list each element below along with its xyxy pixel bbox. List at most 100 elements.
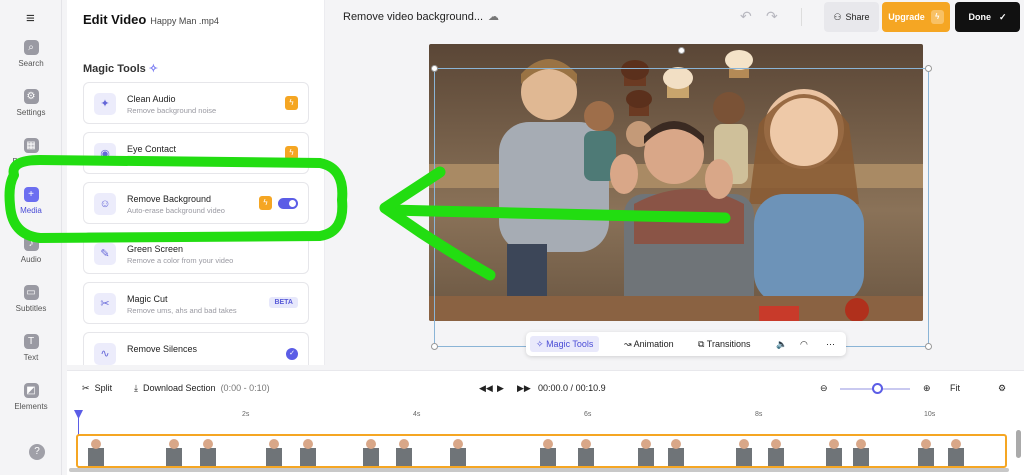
edit-video-panel: Edit Video Happy Man .mp4 Magic Tools ✧ ✦ … <box>67 0 325 365</box>
tool-remove-silences[interactable]: ∿ Remove Silences ✓ <box>83 332 309 365</box>
share-button[interactable]: ⚇ Share <box>824 2 879 32</box>
sidebar-item-label: Settings <box>16 108 46 117</box>
redo-icon[interactable]: ↷ <box>766 8 778 25</box>
magic-tools-button[interactable]: ✧ Magic Tools <box>530 336 600 352</box>
speed-icon[interactable]: ◠ <box>794 336 814 352</box>
undo-icon[interactable]: ↶ <box>740 8 752 25</box>
sparkle-icon: ✦ <box>94 93 116 115</box>
scissors-icon: ✂ <box>94 293 116 315</box>
zoom-in-icon[interactable]: ⊕ <box>923 383 931 394</box>
animation-button[interactable]: ↝ Animation <box>618 336 680 352</box>
tool-name: Eye Contact <box>127 144 177 154</box>
tool-remove-background[interactable]: ☺ Remove Background Auto-erase backgroun… <box>83 182 309 224</box>
upgrade-button[interactable]: Upgrade ϟ <box>882 2 950 32</box>
download-section-button[interactable]: ⤓ Download Section (0:00 - 0:10) <box>134 383 270 394</box>
play-icon[interactable]: ▶ <box>497 383 504 394</box>
resize-handle[interactable] <box>431 343 438 350</box>
sparkle-icon: ✧ <box>148 63 158 75</box>
sidebar-item-elements[interactable]: ◩ Elements <box>0 383 62 411</box>
brand-kit-icon: ▦ <box>23 138 39 153</box>
tool-description: Remove a color from your video <box>127 256 234 265</box>
resize-handle[interactable] <box>925 65 932 72</box>
transitions-button[interactable]: ⧉ Transitions <box>692 336 756 352</box>
tool-name: Remove Background <box>127 194 212 204</box>
tool-description: Remove ums, ahs and bad takes <box>127 306 237 315</box>
vertical-scrollbar[interactable] <box>1016 430 1021 458</box>
sidebar-item-label: Media <box>20 206 42 215</box>
time-display: 00:00.0 / 00:10.9 <box>538 383 606 393</box>
audio-icon: ♪ <box>23 236 39 251</box>
fit-button[interactable]: Fit <box>950 383 960 393</box>
sidebar-item-settings[interactable]: ⚙ Settings <box>0 89 62 117</box>
tool-name: Magic Cut <box>127 294 168 304</box>
sidebar-item-subtitles[interactable]: ▭ Subtitles <box>0 285 62 313</box>
download-label: Download Section <box>143 383 216 393</box>
horizontal-scrollbar[interactable] <box>69 468 1009 472</box>
timeline-ruler[interactable]: 2s 4s 6s 8s 10s <box>75 411 1010 423</box>
sidebar-item-label: Text <box>23 353 39 362</box>
beta-badge: BETA <box>269 297 298 308</box>
ruler-label: 6s <box>584 411 592 418</box>
ruler-label: 4s <box>413 411 421 418</box>
ruler-label: 8s <box>755 411 763 418</box>
elements-icon: ◩ <box>23 383 39 398</box>
rewind-icon[interactable]: ◀◀ <box>479 383 493 394</box>
search-icon: ⌕ <box>23 40 39 55</box>
sidebar-item-search[interactable]: ⌕ Search <box>0 40 62 68</box>
volume-icon[interactable]: 🔈 <box>770 336 793 352</box>
cloud-saved-icon: ☁ <box>488 11 499 23</box>
transitions-label: Transitions <box>706 339 751 349</box>
fast-forward-icon[interactable]: ▶▶ <box>517 383 531 394</box>
more-options-icon[interactable]: ⋯ <box>820 336 841 352</box>
bolt-icon: ϟ <box>285 96 298 110</box>
tool-eye-contact[interactable]: ◉ Eye Contact Always look at the camera … <box>83 132 309 174</box>
tool-green-screen[interactable]: ✎ Green Screen Remove a color from your … <box>83 232 309 274</box>
download-range: (0:00 - 0:10) <box>220 383 270 393</box>
panel-title: Edit Video Happy Man .mp4 <box>83 12 219 27</box>
settings-gear-icon[interactable]: ⚙ <box>998 383 1006 394</box>
download-icon: ⤓ <box>134 383 138 393</box>
magic-tools-heading: Magic Tools ✧ <box>83 62 158 75</box>
share-label: Share <box>845 12 870 22</box>
current-time: 00:00.0 <box>538 383 569 393</box>
section-title-text: Magic Tools <box>83 63 146 75</box>
zoom-out-icon[interactable]: ⊖ <box>820 383 828 394</box>
sidebar-item-label: Brand Kits <box>12 157 50 166</box>
video-frame-image <box>429 44 923 321</box>
add-user-icon: ⚇ <box>833 11 842 22</box>
subtitles-icon: ▭ <box>23 285 39 300</box>
plus-icon: + <box>23 187 39 202</box>
remove-background-toggle[interactable] <box>278 198 298 209</box>
waveform-icon: ∿ <box>94 343 116 365</box>
file-name: Happy Man .mp4 <box>150 16 219 26</box>
zoom-slider-knob[interactable] <box>872 383 883 394</box>
person-cutout-icon: ☺ <box>94 193 116 215</box>
hamburger-menu-icon[interactable]: ≡ <box>26 10 35 27</box>
text-icon: T <box>23 334 39 349</box>
sidebar-item-brand-kits[interactable]: ▦ Brand Kits <box>0 138 62 166</box>
done-button[interactable]: Done ✓ <box>955 2 1020 32</box>
video-track-clip[interactable] <box>76 434 1007 468</box>
sidebar-item-audio[interactable]: ♪ Audio <box>0 236 62 264</box>
bolt-icon: ϟ <box>259 196 272 210</box>
check-icon: ✓ <box>286 348 298 360</box>
tool-description: Auto-erase background video <box>127 206 225 215</box>
tool-description: Always look at the camera <box>127 156 215 165</box>
sidebar-item-text[interactable]: T Text <box>0 334 62 362</box>
animation-icon: ↝ <box>624 339 632 349</box>
tool-clean-audio[interactable]: ✦ Clean Audio Remove background noise ϟ <box>83 82 309 124</box>
tool-magic-cut[interactable]: ✂ Magic Cut Remove ums, ahs and bad take… <box>83 282 309 324</box>
animation-label: Animation <box>633 339 674 349</box>
left-rail: ≡ ⌕ Search ⚙ Settings ▦ Brand Kits + Med… <box>0 0 62 475</box>
resize-handle[interactable] <box>925 343 932 350</box>
top-bar: Remove video background... ☁ ↶ ↷ ⚇ Share … <box>325 0 1024 36</box>
split-label: Split <box>94 383 113 393</box>
project-name[interactable]: Remove video background... <box>343 11 483 23</box>
magic-tools-label: Magic Tools <box>546 339 594 349</box>
split-button[interactable]: ✂ Split <box>82 383 112 394</box>
sidebar-item-media[interactable]: + Media <box>0 187 62 215</box>
gear-icon: ⚙ <box>23 89 39 104</box>
help-icon[interactable]: ? <box>29 444 45 460</box>
video-preview[interactable] <box>429 44 923 321</box>
sidebar-item-label: Audio <box>20 255 42 264</box>
